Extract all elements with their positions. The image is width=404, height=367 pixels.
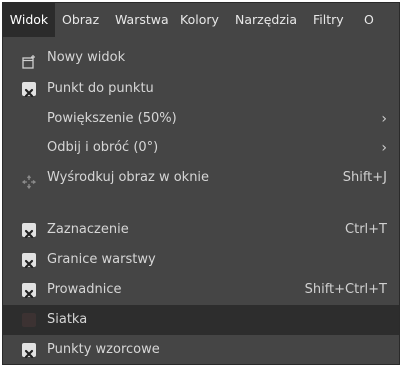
menu-separator (3, 195, 399, 211)
menubar-view[interactable]: Widok (3, 3, 55, 37)
menu-item-guides[interactable]: Prowadnice Shift+Ctrl+T (3, 275, 399, 305)
menu-item-label: Granice warstwy (47, 252, 156, 267)
menubar-tools[interactable]: Narzędzia (235, 3, 297, 37)
new-view-icon (22, 51, 36, 69)
menu-item-zoom[interactable]: Powiększenie (50%) › (3, 104, 399, 134)
menu-item-label: Nowy widok (47, 50, 126, 65)
chevron-right-icon: › (381, 140, 387, 156)
unchecked-box-icon (22, 313, 36, 327)
menubar-layer[interactable]: Warstwa (115, 3, 169, 37)
menubar-filters[interactable]: Filtry (313, 3, 344, 37)
shortcut-text: Shift+Ctrl+T (304, 282, 387, 297)
menu-item-layer-boundary[interactable]: Granice warstwy (3, 245, 399, 275)
menu-item-label: Odbij i obróć (0°) (47, 140, 159, 155)
menu-item-selection[interactable]: Zaznaczenie Ctrl+T (3, 215, 399, 245)
shortcut-text: Ctrl+T (345, 222, 387, 237)
checked-box-icon (22, 253, 36, 269)
menu-item-flip-rotate[interactable]: Odbij i obróć (0°) › (3, 133, 399, 163)
checked-box-icon (22, 343, 36, 359)
menu-item-label: Prowadnice (47, 282, 122, 297)
menubar-overflow[interactable]: O (364, 3, 374, 37)
menu-item-label: Punkt do punktu (47, 81, 154, 96)
menu-item-label: Wyśrodkuj obraz w oknie (47, 170, 210, 185)
view-menu-dropdown: Nowy widok Punkt do punktu Powiększenie … (3, 37, 399, 364)
checked-box-icon (22, 283, 36, 299)
menu-item-grid[interactable]: Siatka (3, 305, 399, 335)
menu-item-label: Zaznaczenie (47, 222, 129, 237)
shortcut-text: Shift+J (342, 170, 387, 185)
view-menu-screenshot: Widok Obraz Warstwa Kolory Narzędzia Fil… (2, 2, 400, 365)
center-icon (21, 171, 37, 190)
chevron-right-icon: › (381, 111, 387, 127)
menu-item-center-image[interactable]: Wyśrodkuj obraz w oknie Shift+J (3, 163, 399, 193)
menu-item-label: Powiększenie (50%) (47, 111, 177, 126)
menu-item-new-view[interactable]: Nowy widok (3, 43, 399, 73)
checked-box-icon (22, 82, 36, 98)
menu-item-dot-for-dot[interactable]: Punkt do punktu (3, 74, 399, 104)
menu-item-sample-points[interactable]: Punkty wzorcowe (3, 335, 399, 364)
menu-item-label: Punkty wzorcowe (47, 342, 160, 357)
checked-box-icon (22, 223, 36, 239)
menubar-colors[interactable]: Kolory (180, 3, 219, 37)
menubar-image[interactable]: Obraz (62, 3, 99, 37)
menubar: Widok Obraz Warstwa Kolory Narzędzia Fil… (3, 3, 399, 37)
menu-item-label: Siatka (47, 312, 88, 327)
